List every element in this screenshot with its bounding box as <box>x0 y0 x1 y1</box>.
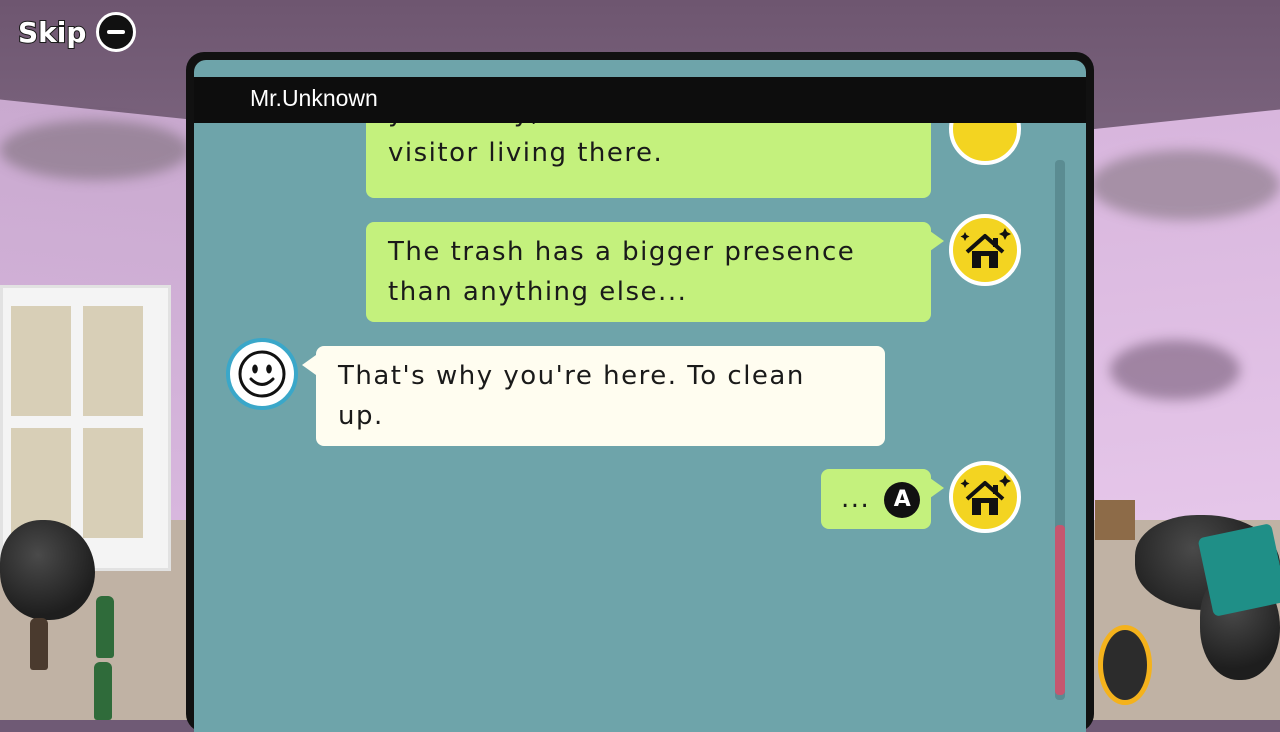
message-line: than anything else... <box>388 277 688 307</box>
message-line: visitor living there. <box>388 138 664 168</box>
mold-stain <box>1110 340 1240 400</box>
chat-panel: Mr.Unknown yesterday, with the unwanted … <box>186 52 1094 732</box>
message-bubble-player[interactable]: ... A <box>821 469 931 529</box>
message-bubble-player: The trash has a bigger presence than any… <box>366 222 931 322</box>
bubble-tail <box>302 355 316 375</box>
mold-stain <box>0 120 190 180</box>
bottle <box>96 596 114 658</box>
message-bubble-mr-unknown: That's why you're here. To clean up. <box>316 346 885 446</box>
bubble-tail <box>930 231 944 251</box>
chat-panel-body: Mr.Unknown yesterday, with the unwanted … <box>194 60 1086 732</box>
message-list: yesterday, with the unwanted visitor liv… <box>194 123 1086 732</box>
message-line: That's why you're here. To clean <box>338 361 805 391</box>
message-line: ... <box>841 484 871 514</box>
house-sparkle-icon <box>949 123 1021 165</box>
window-pane <box>83 428 143 538</box>
message-bubble-player: yesterday, with the unwanted visitor liv… <box>366 123 931 198</box>
a-button-icon[interactable]: A <box>884 481 921 518</box>
scrollbar[interactable] <box>1055 160 1065 700</box>
bubble-tail <box>930 478 944 498</box>
message-line: up. <box>338 401 384 431</box>
window-pane <box>11 306 71 416</box>
bottle <box>30 618 48 670</box>
mold-stain <box>1090 150 1280 220</box>
speaker-name: Mr.Unknown <box>250 85 378 111</box>
bottle <box>94 662 112 720</box>
house-sparkle-icon <box>949 461 1021 533</box>
chat-header: Mr.Unknown <box>194 77 1086 123</box>
scrollbar-thumb[interactable] <box>1055 525 1065 695</box>
message-line: The trash has a bigger presence <box>388 237 856 267</box>
smiley-face-icon <box>226 338 298 410</box>
skip-label[interactable]: Skip <box>17 15 87 50</box>
skip-control[interactable]: Skip <box>17 12 137 52</box>
yellow-ring-object <box>1098 625 1152 705</box>
wooden-crate <box>1095 500 1135 540</box>
trash-bag <box>0 520 95 620</box>
house-sparkle-icon <box>949 214 1021 286</box>
minus-button-icon[interactable] <box>96 12 137 52</box>
window-pane <box>83 306 143 416</box>
message-line: yesterday, with the unwanted <box>388 123 909 133</box>
